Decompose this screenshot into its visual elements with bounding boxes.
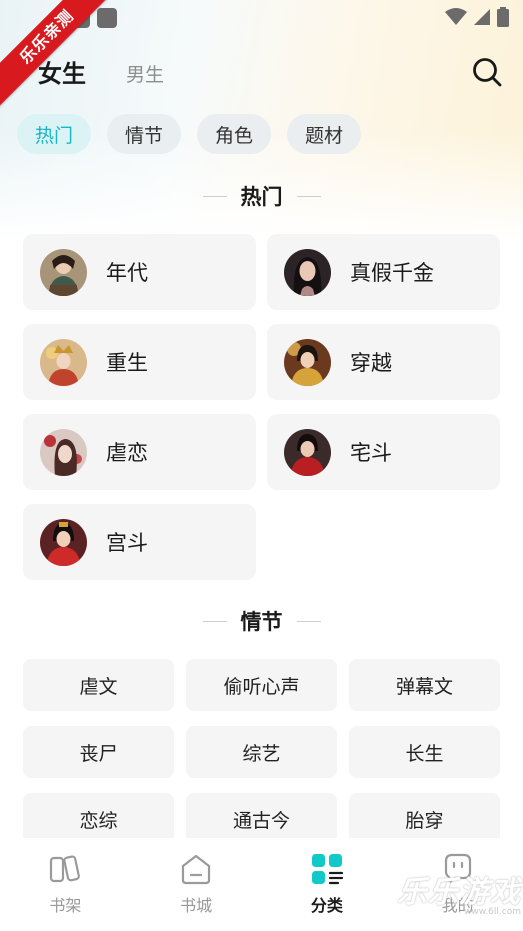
divider (202, 195, 227, 197)
nav-label: 书架 (49, 896, 82, 915)
search-icon[interactable] (471, 56, 503, 88)
hot-category-card[interactable]: 宫斗 (23, 504, 256, 580)
portrait-dark-hair-avatar (284, 248, 331, 296)
category-label: 宅斗 (350, 441, 392, 465)
bookstore-icon (182, 854, 211, 885)
section-title-hot: 热门 (0, 181, 523, 211)
plot-tag[interactable]: 丧尸 (23, 726, 174, 778)
hot-category-card[interactable]: 重生 (23, 324, 256, 400)
chip-hot[interactable]: 热门 (17, 114, 92, 154)
category-icon (311, 854, 343, 885)
category-label: 穿越 (350, 351, 392, 375)
portrait-red-flowers-avatar (40, 428, 87, 476)
nav-bookshelf[interactable]: 书架 (0, 838, 131, 931)
bookshelf-icon (50, 855, 81, 883)
nav-label: 书城 (180, 896, 213, 915)
hot-category-card[interactable]: 真假千金 (267, 234, 500, 310)
signal-icon (474, 9, 490, 25)
hot-category-card[interactable]: 年代 (23, 234, 256, 310)
portrait-golden-crown-avatar (40, 338, 87, 386)
hot-category-card[interactable]: 宅斗 (267, 414, 500, 490)
tab-male[interactable]: 男生 (126, 60, 164, 89)
plot-tag[interactable]: 虐文 (23, 659, 174, 711)
chip-role[interactable]: 角色 (197, 114, 272, 154)
portrait-golden-robe-avatar (284, 338, 331, 386)
watermark-text: 乐乐游戏 (397, 875, 521, 910)
chip-plot[interactable]: 情节 (107, 114, 182, 154)
hot-category-card[interactable]: 穿越 (267, 324, 500, 400)
plot-category-grid: 虐文 偷听心声 弹幕文 丧尸 综艺 长生 恋综 通古今 胎穿 (23, 659, 500, 845)
hot-category-card[interactable]: 虐恋 (23, 414, 256, 490)
divider (296, 620, 321, 622)
hot-category-grid: 年代 真假千金 重生 穿越 虐恋 宅斗 宫斗 (23, 234, 500, 580)
category-label: 重生 (106, 351, 148, 375)
nav-bookstore[interactable]: 书城 (131, 838, 262, 931)
section-title-plot: 情节 (0, 606, 523, 636)
category-label: 宫斗 (106, 531, 148, 555)
gender-tabs: 女生 男生 (38, 54, 164, 89)
category-label: 虐恋 (106, 441, 148, 465)
plot-tag[interactable]: 长生 (349, 726, 500, 778)
plot-tag[interactable]: 综艺 (186, 726, 337, 778)
section-title-text: 热门 (240, 185, 283, 209)
section-title-text: 情节 (240, 610, 283, 634)
divider (202, 620, 227, 622)
divider (296, 195, 321, 197)
site-watermark: 乐乐游戏 www.6ll.com (397, 867, 521, 917)
plot-tag[interactable]: 弹幕文 (349, 659, 500, 711)
category-filter-chips: 热门 情节 角色 题材 (17, 114, 362, 154)
portrait-red-gown-avatar (40, 518, 87, 566)
battery-icon (497, 7, 509, 27)
chip-theme[interactable]: 题材 (287, 114, 362, 154)
wifi-icon (445, 8, 467, 25)
nav-label: 分类 (310, 896, 343, 915)
category-label: 年代 (106, 261, 148, 285)
portrait-red-dress-avatar (284, 428, 331, 476)
portrait-green-robe-avatar (40, 248, 87, 296)
plot-tag[interactable]: 偷听心声 (186, 659, 337, 711)
category-label: 真假千金 (350, 261, 434, 285)
nav-category[interactable]: 分类 (262, 838, 393, 931)
notification-icon (97, 8, 117, 28)
